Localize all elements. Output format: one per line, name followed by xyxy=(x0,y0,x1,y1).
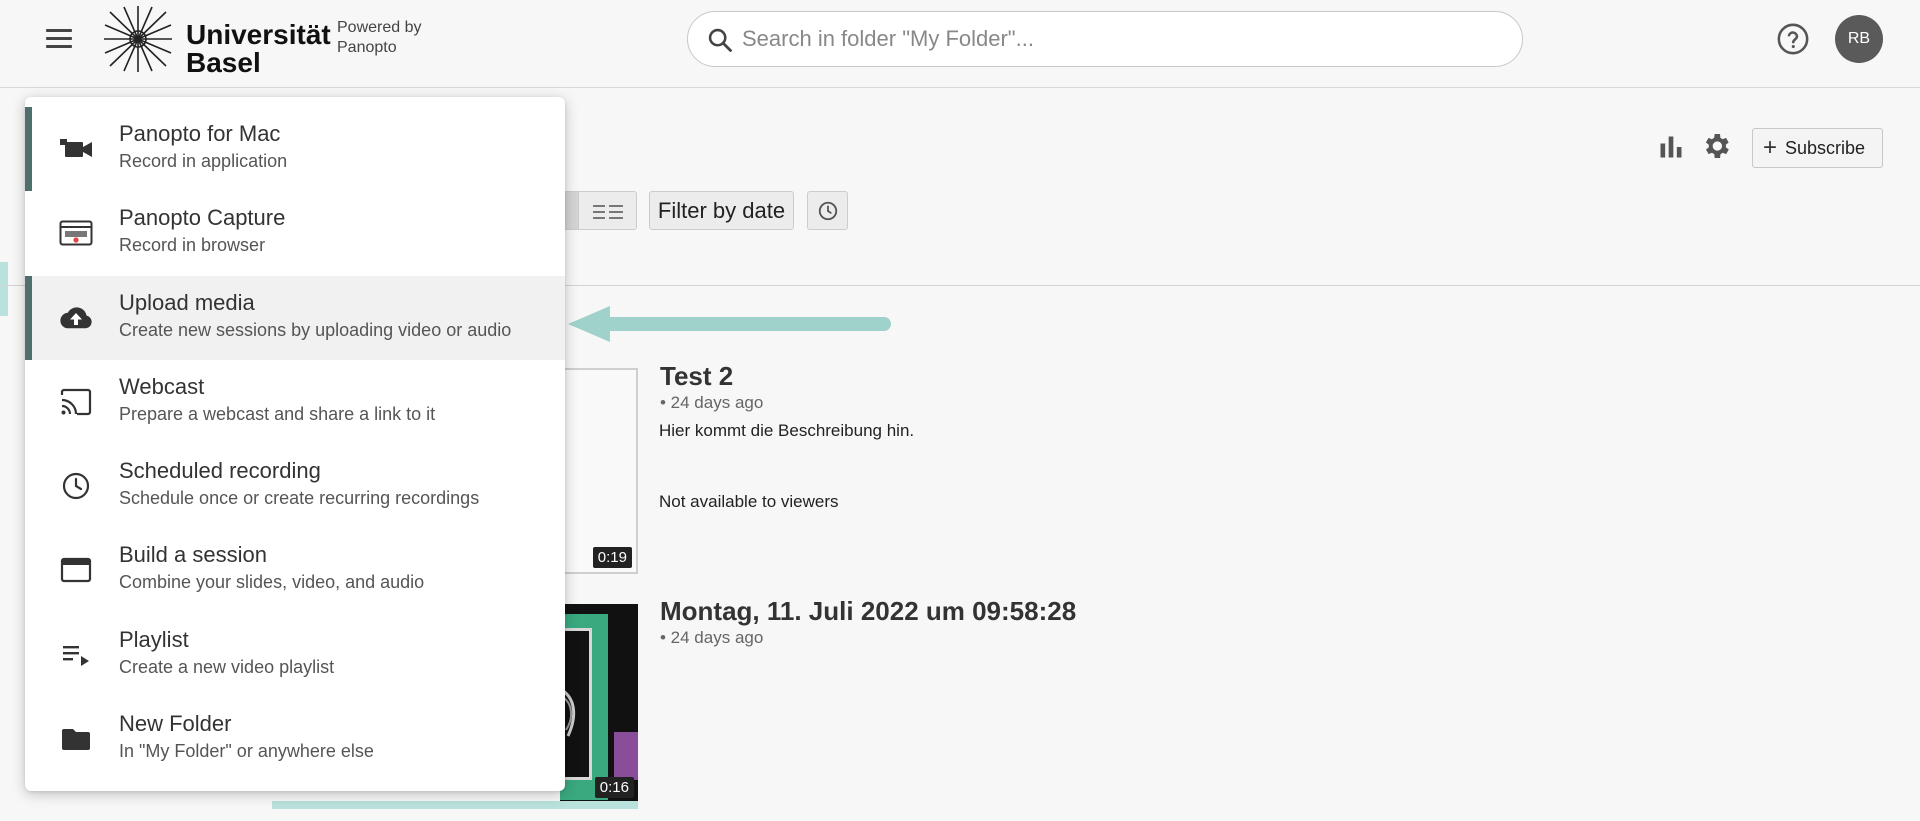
menu-item-subtitle: Record in browser xyxy=(119,235,266,256)
playlist-icon xyxy=(58,637,94,673)
search-box[interactable] xyxy=(687,11,1523,67)
menu-item-panopto-capture[interactable]: Panopto Capture Record in browser xyxy=(25,191,565,275)
logo-word-2: Basel xyxy=(186,47,261,78)
menu-item-webcast[interactable]: Webcast Prepare a webcast and share a li… xyxy=(25,360,565,444)
top-bar: Universität Basel Powered by Panopto RB xyxy=(0,0,1920,88)
window-icon xyxy=(58,552,94,588)
menu-item-scheduled-recording[interactable]: Scheduled recording Schedule once or cre… xyxy=(25,444,565,528)
hamburger-menu-icon[interactable] xyxy=(42,24,76,54)
settings-icon[interactable] xyxy=(1700,130,1732,162)
sidebar-selected-accent xyxy=(0,262,8,316)
menu-item-title: Playlist xyxy=(119,626,189,652)
powered-by-text: Powered by Panopto xyxy=(337,18,422,58)
menu-item-subtitle: Schedule once or create recurring record… xyxy=(119,488,480,508)
powered-by-label: Powered by xyxy=(337,19,422,36)
filter-by-date-button[interactable]: Filter by date xyxy=(649,191,794,230)
plus-icon: + xyxy=(1763,134,1778,161)
menu-item-panopto-for-mac[interactable]: Panopto for Mac Record in application xyxy=(25,107,565,192)
menu-item-title: Panopto for Mac xyxy=(119,121,281,146)
university-logo[interactable]: Universität Basel xyxy=(102,4,331,78)
list-view-icon xyxy=(593,205,623,219)
subscribe-label: Subscribe xyxy=(1785,137,1866,158)
menu-item-subtitle: Create a new video playlist xyxy=(119,656,335,677)
menu-item-title: New Folder xyxy=(119,710,232,736)
browser-record-icon xyxy=(58,215,94,251)
session-availability: Not available to viewers xyxy=(659,492,839,511)
session-thumbnail[interactable]: 0:19 xyxy=(560,368,638,574)
session-age: • 24 days ago xyxy=(660,393,764,412)
recent-filter-button[interactable] xyxy=(807,191,848,230)
menu-item-subtitle: In "My Folder" or anywhere else xyxy=(119,740,374,761)
cast-icon xyxy=(58,384,94,420)
cloud-upload-icon xyxy=(58,300,94,336)
menu-item-playlist[interactable]: Playlist Create a new video playlist xyxy=(25,613,565,697)
clock-icon xyxy=(818,201,837,220)
menu-item-build-a-session[interactable]: Build a session Combine your slides, vid… xyxy=(25,528,565,612)
basilisk-star-icon xyxy=(104,6,172,72)
menu-item-title: Panopto Capture xyxy=(119,205,286,231)
session-title[interactable]: Montag, 11. Juli 2022 um 09:58:28 xyxy=(660,596,1076,627)
menu-item-title: Scheduled recording xyxy=(119,458,321,483)
help-icon[interactable] xyxy=(1776,22,1810,56)
stats-icon[interactable] xyxy=(1657,133,1685,161)
subscribe-button[interactable]: + Subscribe xyxy=(1752,128,1883,168)
view-toggle-list[interactable] xyxy=(579,192,636,229)
menu-item-subtitle: Combine your slides, video, and audio xyxy=(119,572,425,593)
session-title[interactable]: Test 2 xyxy=(660,361,733,392)
duration-badge: 0:16 xyxy=(594,777,634,798)
menu-item-subtitle: Create new sessions by uploading video o… xyxy=(119,319,512,340)
logo-word-1: Universität xyxy=(186,19,331,50)
annotation-arrow-icon xyxy=(568,306,891,342)
duration-badge: 0:19 xyxy=(592,547,632,568)
view-toggle[interactable] xyxy=(560,191,637,230)
menu-item-title: Webcast xyxy=(119,373,205,399)
session-thumbnail[interactable]: 0:16 xyxy=(560,604,638,804)
menu-item-title: Upload media xyxy=(119,289,255,315)
session-description: Hier kommt die Beschreibung hin. xyxy=(659,421,915,440)
session-age: • 24 days ago xyxy=(660,628,764,647)
create-menu: Panopto for Mac Record in application Pa… xyxy=(25,97,565,791)
menu-item-new-folder[interactable]: New Folder In "My Folder" or anywhere el… xyxy=(25,697,565,781)
thumbnail-progress-strip xyxy=(272,801,638,809)
avatar[interactable]: RB xyxy=(1835,15,1883,63)
search-icon xyxy=(708,28,732,52)
folder-icon xyxy=(58,721,94,757)
menu-item-upload-media[interactable]: Upload media Create new sessions by uplo… xyxy=(25,275,565,360)
menu-item-title: Build a session xyxy=(119,542,267,568)
search-input[interactable] xyxy=(742,20,1502,58)
menu-item-subtitle: Record in application xyxy=(119,151,288,171)
menu-item-subtitle: Prepare a webcast and share a link to it xyxy=(119,403,436,424)
panopto-label: Panopto xyxy=(337,39,397,56)
clock-icon xyxy=(58,468,94,504)
video-camera-icon xyxy=(58,131,94,167)
